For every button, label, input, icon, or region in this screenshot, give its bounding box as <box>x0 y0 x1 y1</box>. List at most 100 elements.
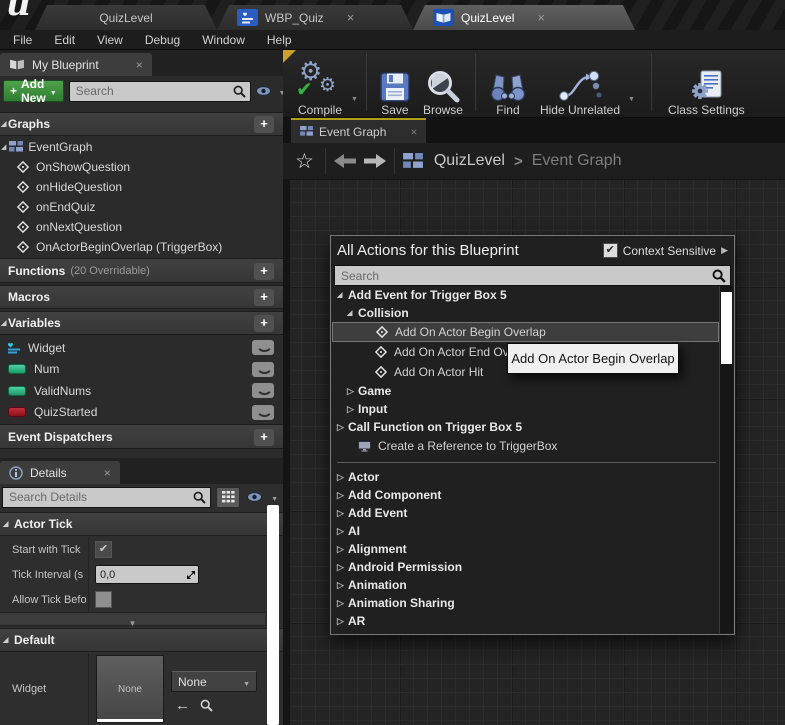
action-list-item[interactable]: Alignment <box>332 540 719 558</box>
eye-closed-icon[interactable] <box>252 383 274 398</box>
variable-row[interactable]: QuizStarted <box>0 402 283 424</box>
action-list-item[interactable]: Add On Actor Begin Overlap <box>332 322 719 342</box>
actor-tick-section-header[interactable]: ◢ Actor Tick <box>0 512 283 536</box>
add-event-dispatcher-button[interactable] <box>254 429 274 446</box>
window-tab-wbp-quiz[interactable]: WBP_Quiz × <box>217 5 413 30</box>
details-scrollbar[interactable] <box>267 505 279 725</box>
find-button[interactable]: Find <box>482 50 534 119</box>
menu-item[interactable]: View <box>86 31 134 49</box>
tree-item-event[interactable]: OnActorBeginOverlap (TriggerBox) <box>0 237 283 257</box>
action-list-item[interactable]: Animation <box>332 576 719 594</box>
hide-unrelated-chevron-icon[interactable] <box>628 62 635 106</box>
bookmark-star-icon[interactable]: ☆ <box>295 149 314 174</box>
details-search-input[interactable] <box>7 489 193 505</box>
action-list-item[interactable]: Add Component <box>332 486 719 504</box>
property-matrix-button[interactable] <box>216 487 240 508</box>
forward-arrow-icon[interactable] <box>363 153 387 169</box>
variable-row[interactable]: ValidNums <box>0 380 283 402</box>
compile-options-chevron-icon[interactable] <box>351 62 358 106</box>
add-graph-button[interactable] <box>254 116 274 133</box>
context-sensitive-checkbox[interactable] <box>603 243 618 258</box>
close-icon[interactable]: × <box>136 58 143 72</box>
default-section-header[interactable]: ◢ Default <box>0 628 283 652</box>
menu-item[interactable]: Window <box>191 31 256 49</box>
window-tab-quizlevel-1[interactable]: QuizLevel <box>35 5 217 30</box>
action-list-item[interactable]: Input <box>332 400 719 418</box>
tab-details[interactable]: Details × <box>0 461 120 484</box>
expand-right-icon[interactable]: ▶ <box>721 245 728 256</box>
eye-closed-icon[interactable] <box>252 340 274 355</box>
details-visibility-button[interactable] <box>245 490 263 504</box>
close-icon[interactable]: × <box>104 466 111 480</box>
tree-item-eventgraph[interactable]: ◢ EventGraph <box>0 137 283 157</box>
action-list-item[interactable]: AR Augmented Reality <box>332 630 719 633</box>
variable-row[interactable]: Widget <box>0 337 283 359</box>
action-list-item[interactable] <box>332 456 719 468</box>
chevron-down-icon[interactable] <box>271 488 278 506</box>
actions-scrollbar[interactable] <box>719 286 733 633</box>
hide-unrelated-button[interactable]: Hide Unrelated <box>534 50 626 119</box>
actor-tick-rows: Start with Tick Tick Interval (s <box>0 537 265 612</box>
macros-section-header[interactable]: Macros <box>0 285 283 309</box>
menu-item[interactable]: Help <box>256 31 303 49</box>
save-button[interactable]: Save <box>373 50 417 119</box>
menu-item[interactable]: File <box>2 31 43 49</box>
action-list-item[interactable]: Game <box>332 382 719 400</box>
event-graph-icon <box>402 153 424 170</box>
tree-item-event[interactable]: onEndQuiz <box>0 197 283 217</box>
action-list-item[interactable]: Collision <box>332 304 719 322</box>
scrollbar-thumb[interactable] <box>721 292 732 364</box>
action-list-item[interactable]: AR <box>332 612 719 630</box>
add-new-button[interactable]: Add New <box>3 80 64 102</box>
add-macro-button[interactable] <box>254 289 274 306</box>
tab-event-graph[interactable]: Event Graph × <box>291 118 426 143</box>
expander-triangle-icon <box>337 616 348 627</box>
menu-item[interactable]: Edit <box>43 31 86 49</box>
close-tab-icon[interactable]: × <box>347 11 355 24</box>
checkbox[interactable] <box>95 541 112 558</box>
action-list-item[interactable]: Add Event <box>332 504 719 522</box>
action-list-item[interactable]: Add Event for Trigger Box 5 <box>332 286 719 304</box>
tree-item-event[interactable]: onHideQuestion <box>0 177 283 197</box>
tree-item-event[interactable]: OnShowQuestion <box>0 157 283 177</box>
action-list-item[interactable]: Android Permission <box>332 558 719 576</box>
widget-asset-dropdown[interactable]: None <box>171 671 257 692</box>
compile-button[interactable]: ⚙⚙✔ Compile <box>291 50 349 119</box>
add-function-button[interactable] <box>254 263 274 280</box>
graphs-section-header[interactable]: ◢ Graphs <box>0 112 283 136</box>
details-splitter[interactable] <box>0 612 265 626</box>
tab-my-blueprint[interactable]: My Blueprint × <box>0 53 152 76</box>
use-selected-arrow-icon[interactable]: ← <box>175 697 190 714</box>
functions-section-header[interactable]: Functions (20 Overridable) <box>0 258 283 283</box>
variable-row[interactable]: Num <box>0 359 283 381</box>
eye-closed-icon[interactable] <box>252 362 274 377</box>
eye-closed-icon[interactable] <box>252 405 274 420</box>
event-dispatchers-section-header[interactable]: Event Dispatchers <box>0 424 283 449</box>
visibility-filter-button[interactable] <box>256 84 271 98</box>
blueprint-search-input[interactable] <box>74 83 233 99</box>
variables-section-header[interactable]: ◢ Variables <box>0 311 283 335</box>
close-icon[interactable]: × <box>410 125 417 139</box>
add-variable-button[interactable] <box>254 315 274 332</box>
close-tab-icon[interactable]: × <box>537 11 545 24</box>
browse-to-asset-icon[interactable] <box>200 699 213 712</box>
menu-item[interactable]: Debug <box>134 31 191 49</box>
back-arrow-icon[interactable] <box>333 153 357 169</box>
action-list-item[interactable]: Animation Sharing <box>332 594 719 612</box>
actions-search-input[interactable] <box>339 268 712 284</box>
action-list-item[interactable]: AI <box>332 522 719 540</box>
action-list-item[interactable]: Create a Reference to TriggerBox <box>332 436 719 456</box>
breadcrumb-root[interactable]: QuizLevel <box>434 152 505 170</box>
class-settings-button[interactable]: Class Settings <box>662 50 751 119</box>
action-label: Add Event <box>348 506 407 520</box>
window-tab-quizlevel-2[interactable]: QuizLevel × <box>413 5 635 30</box>
tree-item-event[interactable]: onNextQuestion <box>0 217 283 237</box>
asset-thumbnail[interactable]: None <box>96 655 164 723</box>
action-list-item[interactable]: Actor <box>332 468 719 486</box>
context-sensitive-label: Context Sensitive <box>623 244 716 258</box>
expander-triangle-icon <box>337 422 348 433</box>
action-list-item[interactable]: Call Function on Trigger Box 5 <box>332 418 719 436</box>
value-input[interactable] <box>96 568 187 582</box>
browse-button[interactable]: Browse <box>417 50 469 119</box>
checkbox[interactable] <box>95 591 112 608</box>
